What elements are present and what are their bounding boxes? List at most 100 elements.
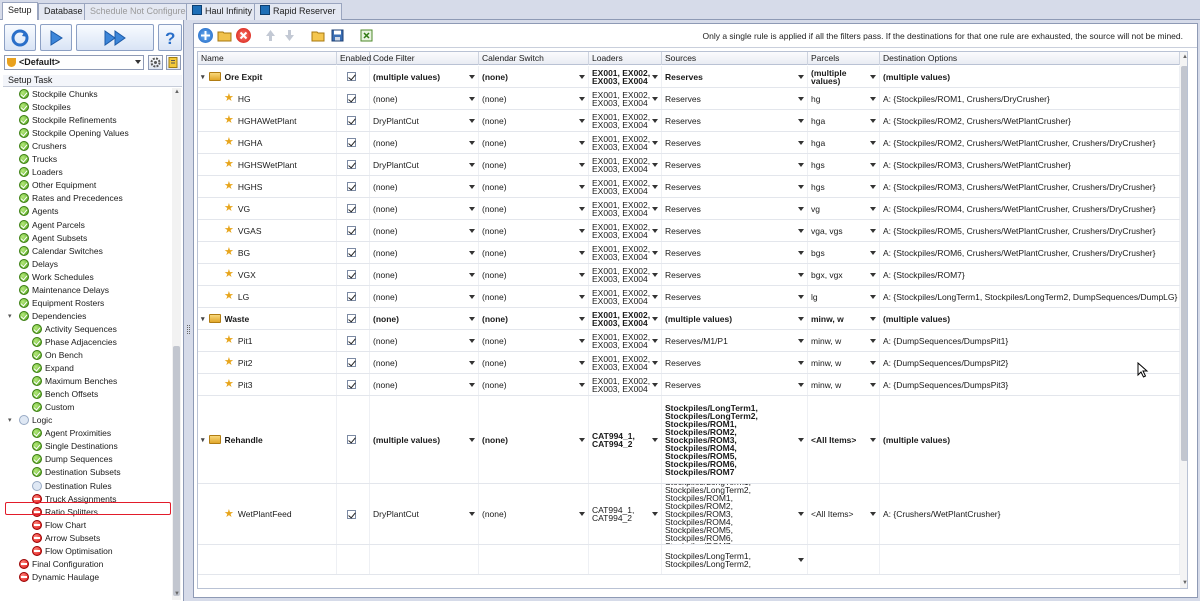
cell-loaders[interactable]: EX001, EX002, EX003, EX004 xyxy=(589,66,662,87)
enabled-checkbox[interactable] xyxy=(347,336,356,345)
chevron-down-icon[interactable] xyxy=(798,162,804,167)
tree-item-dump-sequences[interactable]: Dump Sequences xyxy=(32,453,113,466)
tree-item-on-bench[interactable]: On Bench xyxy=(32,349,83,362)
cell-enabled[interactable] xyxy=(337,88,370,109)
table-row[interactable]: ★ WetPlantFeed DryPlantCut (none) CAT994_1, … xyxy=(198,484,1187,545)
cell-code-filter[interactable]: (none) xyxy=(370,132,479,153)
cell-loaders[interactable]: EX001, EX002, EX003, EX004 xyxy=(589,154,662,175)
cell-calendar[interactable]: (none) xyxy=(479,88,589,109)
cell-code-filter[interactable]: DryPlantCut xyxy=(370,484,479,544)
chevron-down-icon[interactable] xyxy=(469,437,475,442)
save-button[interactable] xyxy=(330,28,345,43)
help-button[interactable]: ? xyxy=(158,24,182,51)
cell-code-filter[interactable]: (none) xyxy=(370,88,479,109)
chevron-down-icon[interactable] xyxy=(870,512,876,516)
tab-database[interactable]: Database xyxy=(38,3,89,20)
chevron-down-icon[interactable] xyxy=(579,96,585,101)
cell-enabled[interactable] xyxy=(337,374,370,395)
cell-code-filter[interactable]: (none) xyxy=(370,176,479,197)
chevron-down-icon[interactable] xyxy=(652,118,658,123)
chevron-down-icon[interactable] xyxy=(798,557,804,562)
chevron-down-icon[interactable] xyxy=(652,272,658,277)
cell-parcels[interactable]: vg xyxy=(808,198,880,219)
chevron-down-icon[interactable] xyxy=(579,437,585,442)
table-row[interactable]: ★ VGAS (none) (none) EX001, EX002, EX003, EX… xyxy=(198,220,1187,242)
tree-item-equipment-rosters[interactable]: Equipment Rosters xyxy=(19,297,104,310)
chevron-down-icon[interactable] xyxy=(870,140,876,145)
cell-destinations[interactable]: A: {Stockpiles/ROM3, Crushers/WetPlantCr… xyxy=(880,154,1180,175)
tree-item-stockpile-opening-values[interactable]: Stockpile Opening Values xyxy=(19,127,129,140)
table-row[interactable]: ★ HGHAWetPlant DryPlantCut (none) EX001, EX0… xyxy=(198,110,1187,132)
cell-sources[interactable]: Reserves xyxy=(662,198,808,219)
table-row[interactable]: ★ HGHS (none) (none) EX001, EX002, EX003, EX… xyxy=(198,176,1187,198)
cell-enabled[interactable] xyxy=(337,286,370,307)
cell-sources[interactable]: Reserves/M1/P1 xyxy=(662,330,808,351)
cell-parcels[interactable]: minw, w xyxy=(808,352,880,373)
scroll-up-icon[interactable]: ▲ xyxy=(1182,54,1187,60)
tree-item-maintenance-delays[interactable]: Maintenance Delays xyxy=(19,284,109,297)
cell-code-filter[interactable]: (none) xyxy=(370,220,479,241)
cell-parcels[interactable]: bgx, vgx xyxy=(808,264,880,285)
cell-parcels[interactable]: minw, w xyxy=(808,330,880,351)
chevron-down-icon[interactable] xyxy=(652,338,658,343)
chevron-down-icon[interactable] xyxy=(798,228,804,233)
cell-enabled[interactable] xyxy=(337,66,370,87)
tree-item-stockpile-refinements[interactable]: Stockpile Refinements xyxy=(19,114,117,127)
cell-destinations[interactable] xyxy=(880,545,1180,574)
tree-item-trucks[interactable]: Trucks xyxy=(19,153,57,166)
cell-enabled[interactable] xyxy=(337,352,370,373)
cell-sources[interactable]: Reserves xyxy=(662,264,808,285)
table-row[interactable]: Stockpiles/LongTerm1, Stockpiles/LongTer… xyxy=(198,545,1187,575)
cell-loaders[interactable]: EX001, EX002, EX003, EX004 xyxy=(589,132,662,153)
column-header-enabled[interactable]: Enabled xyxy=(337,52,371,65)
chevron-down-icon[interactable] xyxy=(579,338,585,343)
cell-loaders[interactable]: EX001, EX002, EX003, EX004 xyxy=(589,330,662,351)
cell-loaders[interactable]: EX001, EX002, EX003, EX004 xyxy=(589,176,662,197)
cell-parcels[interactable]: minw, w xyxy=(808,308,880,329)
cell-parcels[interactable]: <All Items> xyxy=(808,396,880,483)
enabled-checkbox[interactable] xyxy=(347,226,356,235)
grid-vertical-scrollbar[interactable]: ▲ ▼ xyxy=(1180,52,1187,588)
chevron-down-icon[interactable] xyxy=(870,437,876,442)
chevron-down-icon[interactable] xyxy=(870,162,876,167)
chevron-down-icon[interactable] xyxy=(798,74,804,79)
cell-enabled[interactable] xyxy=(337,110,370,131)
tree-item-custom[interactable]: Custom xyxy=(32,401,74,414)
cell-code-filter[interactable] xyxy=(370,545,479,574)
chevron-down-icon[interactable] xyxy=(469,96,475,101)
tree-item-agents[interactable]: Agents xyxy=(19,205,58,218)
refresh-button[interactable] xyxy=(4,24,36,51)
column-header-calendar-switch[interactable]: Calendar Switch xyxy=(479,52,589,65)
chevron-down-icon[interactable] xyxy=(579,74,585,79)
table-row[interactable]: ★ Pit3 (none) (none) EX001, EX002, EX003, EX… xyxy=(198,374,1187,396)
enabled-checkbox[interactable] xyxy=(347,182,356,191)
cell-sources[interactable]: Stockpiles/LongTerm1, Stockpiles/LongTer… xyxy=(662,396,808,483)
grid-scroll-thumb[interactable] xyxy=(1181,66,1187,461)
cell-code-filter[interactable]: (none) xyxy=(370,330,479,351)
cell-name[interactable]: ★ WetPlantFeed xyxy=(198,484,337,544)
tree-item-stockpiles[interactable]: Stockpiles xyxy=(19,101,71,114)
chevron-down-icon[interactable] xyxy=(469,294,475,299)
cell-sources[interactable]: Reserves xyxy=(662,352,808,373)
tree-item-activity-sequences[interactable]: Activity Sequences xyxy=(32,323,117,336)
cell-enabled[interactable] xyxy=(337,396,370,483)
cell-name[interactable] xyxy=(198,545,337,574)
cell-loaders[interactable]: EX001, EX002, EX003, EX004 xyxy=(589,88,662,109)
chevron-down-icon[interactable] xyxy=(798,316,804,321)
cell-name[interactable]: ★ VGAS xyxy=(198,220,337,241)
cell-destinations[interactable]: A: {DumpSequences/DumpsPit2} xyxy=(880,352,1180,373)
chevron-down-icon[interactable] xyxy=(469,140,475,145)
chevron-down-icon[interactable] xyxy=(469,118,475,123)
chevron-down-icon[interactable] xyxy=(798,338,804,343)
cell-destinations[interactable]: A: {DumpSequences/DumpsPit1} xyxy=(880,330,1180,351)
profile-select[interactable]: <Default> xyxy=(4,55,144,70)
chevron-down-icon[interactable] xyxy=(579,228,585,233)
cell-loaders[interactable]: EX001, EX002, EX003, EX004 xyxy=(589,242,662,263)
column-header-code-filter[interactable]: Code Filter xyxy=(370,52,479,65)
column-header-sources[interactable]: Sources xyxy=(662,52,808,65)
tab-setup[interactable]: Setup xyxy=(2,2,38,21)
chevron-down-icon[interactable] xyxy=(798,140,804,145)
cell-enabled[interactable] xyxy=(337,264,370,285)
chevron-down-icon[interactable] xyxy=(652,360,658,365)
chevron-down-icon[interactable] xyxy=(870,96,876,101)
